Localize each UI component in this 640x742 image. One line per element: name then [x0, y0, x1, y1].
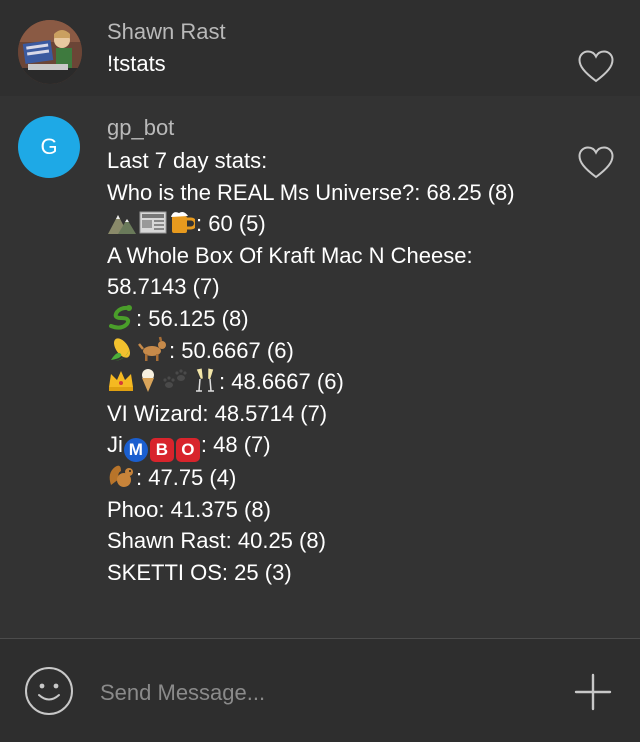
stats-header: Last 7 day stats:: [107, 148, 268, 173]
stats-score: 48.5714: [214, 400, 295, 426]
stats-row: : 48.6667 (6): [107, 366, 530, 398]
stats-count: (3): [264, 559, 292, 585]
stats-row: : 47.75 (4): [107, 462, 530, 494]
stats-score: 60: [208, 211, 233, 237]
stats-count: (8): [221, 305, 249, 331]
stats-name-prefix: Ji: [107, 432, 123, 458]
stats-count: (6): [266, 337, 294, 363]
stats-name: Phoo: [107, 496, 159, 522]
stats-score: 48.6667: [231, 369, 311, 395]
plus-icon[interactable]: [574, 673, 612, 711]
stats-count: (8): [244, 496, 271, 522]
stats-name: Who is the REAL Ms Universe?: [107, 179, 415, 205]
stats-count: (8): [487, 179, 515, 205]
stats-count: (7): [300, 400, 328, 426]
beer-mug-icon: [171, 212, 195, 234]
stats-row: : 56.125 (8): [107, 303, 530, 335]
champagne-icon: [196, 368, 214, 392]
avatar-photo-icon: [18, 20, 82, 84]
smiley-icon[interactable]: [24, 666, 74, 716]
heart-icon[interactable]: [578, 146, 614, 180]
message-input[interactable]: [98, 677, 542, 709]
stats-row: Phoo: 41.375 (8): [107, 496, 271, 522]
message-composer: [0, 639, 640, 742]
ice-cream-icon: [142, 369, 154, 393]
stats-score: 56.125: [148, 305, 216, 331]
stats-row: Ji M B O: 48 (7): [107, 429, 530, 463]
avatar-letter: G: [40, 134, 58, 159]
user-avatar[interactable]: [18, 20, 82, 84]
stats-count: (6): [316, 369, 344, 395]
stats-count: (7): [192, 274, 220, 300]
heart-icon[interactable]: [578, 50, 614, 84]
stats-count: (7): [243, 432, 271, 458]
stats-row: : 60 (5): [107, 208, 530, 240]
corn-icon: [111, 337, 130, 361]
snake-icon: [109, 304, 132, 330]
newspaper-icon: [139, 211, 167, 234]
stats-name: Shawn Rast: [107, 528, 226, 554]
stats-score: 50.6667: [181, 337, 261, 363]
stats-count: (4): [209, 465, 237, 491]
stats-name: VI Wizard: [107, 400, 203, 426]
stats-score: 48: [213, 432, 238, 458]
message-text: !tstats: [107, 48, 530, 80]
sender-name: gp_bot: [107, 115, 175, 140]
stats-row: : 50.6667 (6): [107, 335, 530, 367]
stats-score: 25: [234, 559, 259, 585]
stats-row: A Whole Box Of Kraft Mac N Cheese: 58.71…: [107, 242, 473, 300]
letter-o-badge: O: [175, 438, 200, 463]
letter-b-badge: B: [149, 438, 174, 463]
stats-name: SKETTI OS: [107, 559, 222, 585]
stats-count: (5): [238, 211, 266, 237]
crown-icon: [109, 371, 133, 392]
stats-score: 40.25: [237, 528, 293, 554]
paw-prints-icon: [163, 369, 187, 389]
stats-score: 58.7143: [107, 274, 187, 300]
message-text: Last 7 day stats: Who is the REAL Ms Uni…: [107, 145, 530, 589]
bot-avatar[interactable]: G: [18, 116, 80, 178]
stats-row: SKETTI OS: 25 (3): [107, 559, 292, 585]
mountain-icon: [108, 215, 136, 235]
stats-row: Who is the REAL Ms Universe?: 68.25 (8): [107, 179, 515, 205]
squirrel-icon: [109, 465, 133, 488]
stats-score: 68.25: [426, 179, 482, 205]
dog-icon: [138, 336, 166, 361]
stats-score: 41.375: [170, 496, 238, 522]
message-item[interactable]: Shawn Rast !tstats: [0, 0, 640, 96]
stats-name: A Whole Box Of Kraft Mac N Cheese: [107, 242, 467, 268]
stats-row: VI Wizard: 48.5714 (7): [107, 400, 328, 426]
stats-score: 47.75: [148, 465, 204, 491]
sender-name: Shawn Rast: [107, 19, 226, 44]
message-line: !tstats: [107, 51, 166, 76]
message-item[interactable]: G gp_bot Last 7 day stats: Who is the RE…: [0, 96, 640, 638]
stats-row: Shawn Rast: 40.25 (8): [107, 528, 326, 554]
letter-m-badge: M: [123, 438, 148, 463]
stats-count: (8): [299, 528, 326, 554]
